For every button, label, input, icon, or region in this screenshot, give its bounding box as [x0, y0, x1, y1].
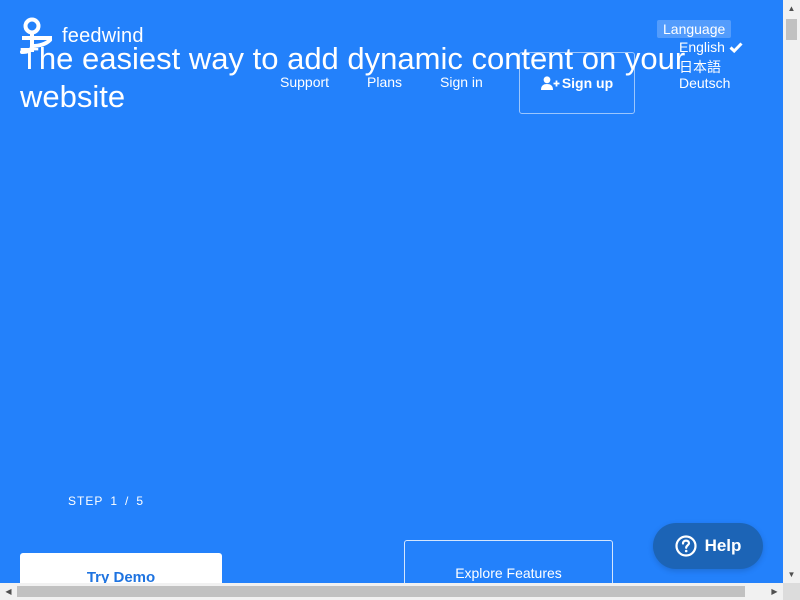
help-button[interactable]: Help	[653, 523, 763, 569]
step-total: 5	[136, 494, 145, 508]
horizontal-scroll-thumb[interactable]	[17, 586, 745, 597]
step-indicator: STEP 1 / 5	[68, 494, 144, 508]
vertical-scroll-thumb[interactable]	[786, 19, 797, 40]
step-current: 1	[110, 494, 119, 508]
question-circle-icon	[674, 535, 697, 557]
page-viewport: feedwind The easiest way to add dynamic …	[0, 0, 783, 583]
language-label: Language	[657, 20, 732, 38]
language-option-japanese[interactable]: 日本語	[679, 57, 721, 77]
try-demo-button[interactable]: Try Demo	[20, 553, 222, 583]
sign-up-button[interactable]: Sign up	[519, 52, 635, 114]
scroll-down-arrow-icon[interactable]: ▼	[783, 566, 800, 583]
scrollbar-corner	[783, 583, 800, 600]
horizontal-scrollbar[interactable]: ◀ ▶	[0, 583, 783, 600]
nav-support-link[interactable]: Support	[280, 74, 329, 90]
explore-features-button[interactable]: Explore Features	[404, 540, 613, 583]
nav-plans-link[interactable]: Plans	[367, 74, 402, 90]
scroll-up-arrow-icon[interactable]: ▲	[783, 0, 800, 17]
checkmark-icon	[729, 41, 743, 53]
language-option-german[interactable]: Deutsch	[679, 75, 730, 91]
nav-sign-in-link[interactable]: Sign in	[440, 74, 483, 90]
vertical-scrollbar[interactable]: ▲ ▼	[783, 0, 800, 583]
scroll-right-arrow-icon[interactable]: ▶	[766, 583, 783, 600]
language-option-english[interactable]: English	[679, 39, 743, 55]
help-label: Help	[704, 536, 742, 555]
scroll-left-arrow-icon[interactable]: ◀	[0, 583, 17, 600]
language-option-label: English	[679, 39, 725, 55]
sign-up-label: Sign up	[561, 75, 614, 91]
user-plus-icon	[540, 76, 560, 90]
step-separator: /	[125, 494, 130, 508]
step-label: STEP	[68, 494, 104, 508]
